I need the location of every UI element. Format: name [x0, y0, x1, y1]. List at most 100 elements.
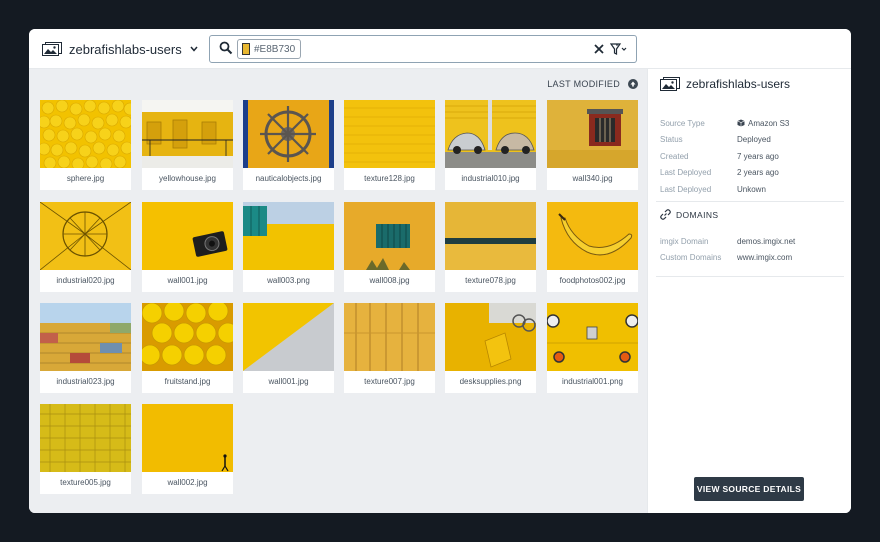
image-thumbnail: [142, 100, 233, 168]
meta-row: Last Deployed 2 years ago: [660, 165, 848, 182]
image-tile[interactable]: industrial023.jpg: [40, 303, 131, 393]
sort-control[interactable]: LAST MODIFIED: [547, 79, 638, 89]
image-thumbnail: [547, 303, 638, 371]
meta-value: Amazon S3: [737, 119, 789, 128]
domains-list: imgix Domain demos.imgix.net Custom Doma…: [660, 233, 848, 266]
image-thumbnail: [142, 404, 233, 472]
image-tile[interactable]: sphere.jpg: [40, 100, 131, 190]
image-tile[interactable]: industrial010.jpg: [445, 100, 536, 190]
sort-label: LAST MODIFIED: [547, 79, 620, 89]
image-thumbnail: [243, 303, 334, 371]
image-thumbnail: [445, 202, 536, 270]
color-filter-chip[interactable]: #E8B730: [237, 39, 302, 59]
image-thumbnail: [40, 100, 131, 168]
domain-row: imgix Domain demos.imgix.net: [660, 233, 848, 250]
domain-key: imgix Domain: [660, 236, 709, 246]
image-tile[interactable]: wall003.png: [243, 202, 334, 292]
image-thumbnail: [445, 303, 536, 371]
created-value: 7 years ago: [737, 151, 779, 161]
panel-header: zebrafishlabs-users: [660, 77, 790, 91]
source-switcher[interactable]: zebrafishlabs-users: [42, 39, 198, 59]
domain-key: Custom Domains: [660, 253, 722, 263]
image-tile[interactable]: industrial020.jpg: [40, 202, 131, 292]
image-thumbnail: [40, 202, 131, 270]
image-filename: texture005.jpg: [60, 478, 111, 487]
meta-key: Source Type: [660, 118, 705, 128]
image-thumbnail: [40, 404, 131, 472]
image-filename: industrial023.jpg: [56, 377, 115, 386]
image-filename: wall340.jpg: [572, 174, 613, 183]
image-thumbnail: [344, 100, 435, 168]
image-tile[interactable]: texture007.jpg: [344, 303, 435, 393]
meta-row: Status Deployed: [660, 132, 848, 149]
image-thumbnail: [142, 202, 233, 270]
image-filename: wall001.jpg: [167, 276, 208, 285]
image-tile[interactable]: yellowhouse.jpg: [142, 100, 233, 190]
image-tile[interactable]: desksupplies.png: [445, 303, 536, 393]
search-input[interactable]: #E8B730: [209, 35, 637, 63]
image-tile[interactable]: nauticalobjects.jpg: [243, 100, 334, 190]
source-metadata: Source Type Amazon S3 Status Deployed Cr…: [660, 115, 848, 198]
images-icon: [42, 42, 62, 56]
divider: [656, 201, 844, 202]
image-filename: wall008.jpg: [369, 276, 410, 285]
meta-key: Created: [660, 151, 689, 161]
panel-title: zebrafishlabs-users: [686, 77, 791, 91]
image-thumbnail: [547, 100, 638, 168]
image-filename: texture007.jpg: [364, 377, 415, 386]
image-tile[interactable]: texture128.jpg: [344, 100, 435, 190]
link-icon: [660, 209, 671, 220]
image-filename: texture078.jpg: [465, 276, 516, 285]
image-thumbnail: [344, 202, 435, 270]
app-window: zebrafishlabs-users #E8B730 LAST MODIFIE: [29, 29, 851, 513]
custom-domain-value[interactable]: www.imgix.com: [737, 253, 792, 262]
image-tile[interactable]: wall340.jpg: [547, 100, 638, 190]
image-filename: nauticalobjects.jpg: [255, 174, 322, 183]
domain-row: Custom Domains www.imgix.com: [660, 250, 848, 267]
view-source-details-button[interactable]: VIEW SOURCE DETAILS: [694, 477, 804, 501]
image-thumbnail: [40, 303, 131, 371]
image-tile[interactable]: wall001.jpg: [142, 202, 233, 292]
image-filename: yellowhouse.jpg: [159, 174, 216, 183]
image-thumbnail: [142, 303, 233, 371]
image-filename: wall002.jpg: [167, 478, 208, 487]
last-deployed-value: Unkown: [737, 184, 766, 194]
meta-row: Last Deployed Unkown: [660, 181, 848, 198]
image-tile[interactable]: wall001.jpg: [243, 303, 334, 393]
image-tile[interactable]: texture078.jpg: [445, 202, 536, 292]
divider: [656, 276, 844, 277]
image-filename: texture128.jpg: [364, 174, 415, 183]
filter-icon[interactable]: [609, 42, 628, 61]
image-filename: industrial020.jpg: [56, 276, 115, 285]
image-tile[interactable]: industrial001.png: [547, 303, 638, 393]
meta-key: Last Deployed: [660, 184, 712, 194]
source-details-panel: zebrafishlabs-users Source Type Amazon S…: [647, 69, 851, 513]
image-thumbnail: [243, 100, 334, 168]
color-filter-label: #E8B730: [254, 43, 296, 55]
status-value: Deployed: [737, 135, 771, 145]
source-type-value: Amazon S3: [748, 118, 790, 128]
meta-row: Created 7 years ago: [660, 148, 848, 165]
image-tile[interactable]: foodphotos002.jpg: [547, 202, 638, 292]
source-name: zebrafishlabs-users: [69, 41, 182, 57]
imgix-domain-value[interactable]: demos.imgix.net: [737, 237, 795, 246]
images-icon: [660, 77, 680, 91]
top-bar: zebrafishlabs-users #E8B730: [29, 29, 851, 69]
image-tile[interactable]: fruitstand.jpg: [142, 303, 233, 393]
image-gallery: LAST MODIFIED sphere.jpg yellowhouse.jpg…: [29, 69, 647, 513]
close-icon[interactable]: [593, 42, 605, 61]
image-filename: desksupplies.png: [459, 377, 522, 386]
image-tile[interactable]: texture005.jpg: [40, 404, 131, 494]
meta-key: Last Deployed: [660, 168, 712, 178]
image-filename: industrial001.png: [562, 377, 623, 386]
image-thumbnail: [445, 100, 536, 168]
last-deployed-value: 2 years ago: [737, 168, 779, 178]
image-thumbnail: [243, 202, 334, 270]
image-thumbnail: [344, 303, 435, 371]
aws-cube-icon: [737, 119, 745, 127]
image-tile[interactable]: wall008.jpg: [344, 202, 435, 292]
image-thumbnail: [547, 202, 638, 270]
domains-heading: DOMAINS: [660, 209, 718, 220]
image-tile[interactable]: wall002.jpg: [142, 404, 233, 494]
meta-row: Source Type Amazon S3: [660, 115, 848, 132]
